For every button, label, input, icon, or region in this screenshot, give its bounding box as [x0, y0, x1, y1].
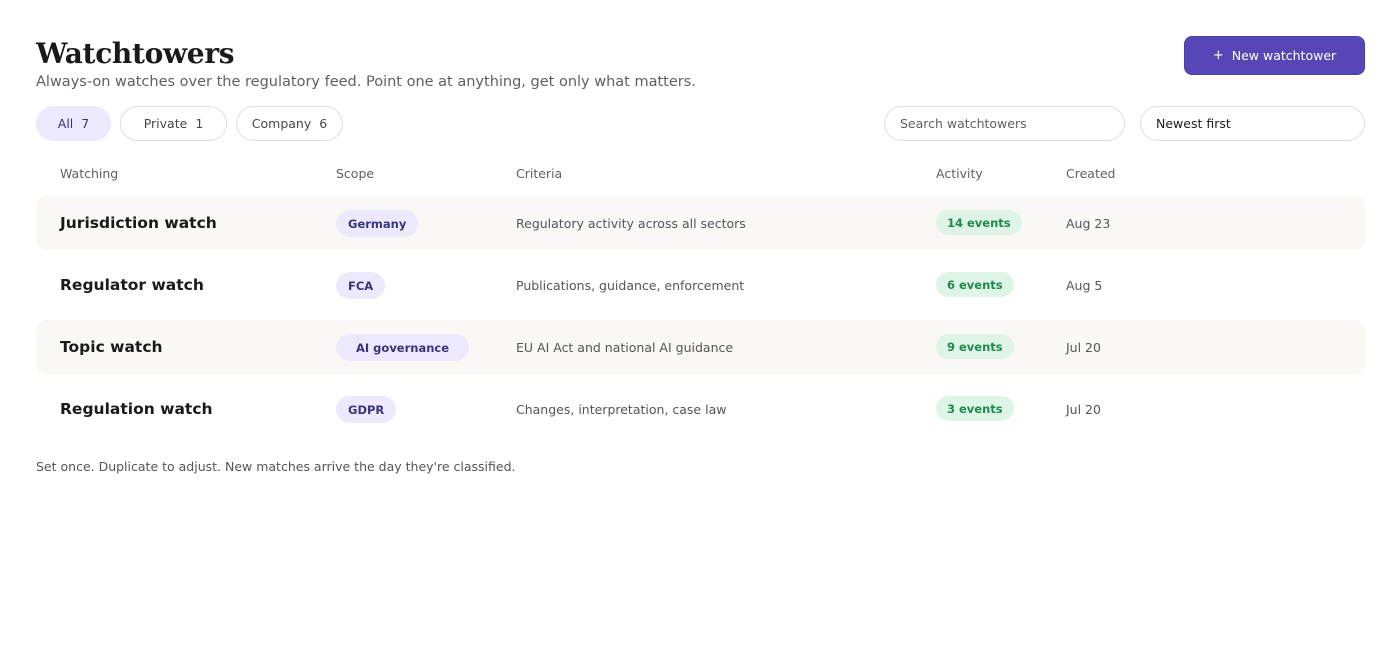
filter-chip-private[interactable]: Private 1	[120, 106, 227, 141]
table-row[interactable]: Jurisdiction watch Germany Regulatory ac…	[36, 196, 1365, 250]
activity-badge: 3 events	[936, 396, 1014, 421]
criteria-text: Regulatory activity across all sectors	[516, 215, 746, 231]
created-date: Jul 20	[1066, 401, 1101, 417]
watchtowers-page: Watchtowers Always-on watches over the r…	[0, 0, 1400, 660]
watchtower-name: Regulator watch	[60, 276, 204, 294]
watchtower-name: Regulation watch	[60, 400, 213, 418]
criteria-text: EU AI Act and national AI guidance	[516, 339, 734, 355]
filter-chip-label: All	[57, 116, 74, 131]
criteria-text: Changes, interpretation, case law	[516, 401, 727, 417]
filter-chip-count: 6	[319, 116, 328, 131]
criteria-text: Publications, guidance, enforcement	[516, 277, 745, 293]
table-row[interactable]: Regulation watch GDPR Changes, interpret…	[36, 382, 1365, 436]
scope-badge: Germany	[336, 210, 419, 237]
scope-badge: AI governance	[336, 334, 470, 361]
table-row[interactable]: Topic watch AI governance EU AI Act and …	[36, 320, 1365, 374]
column-header-created: Created	[1066, 166, 1116, 181]
activity-badge: 14 events	[936, 210, 1022, 235]
column-header-activity: Activity	[936, 166, 983, 181]
filter-chip-all[interactable]: All 7	[36, 106, 111, 141]
created-date: Jul 20	[1066, 339, 1101, 355]
new-watchtower-button[interactable]: + New watchtower	[1184, 36, 1365, 75]
scope-badge: GDPR	[336, 396, 397, 423]
plus-icon: +	[1212, 48, 1224, 63]
column-header-criteria: Criteria	[516, 166, 563, 181]
column-header-watching: Watching	[60, 166, 119, 181]
scope-badge: FCA	[336, 272, 386, 299]
filter-chip-count: 7	[81, 116, 90, 131]
column-header-scope: Scope	[336, 166, 375, 181]
sort-select[interactable]: Newest first	[1140, 106, 1365, 141]
filter-chip-count: 1	[195, 116, 204, 131]
new-watchtower-label: New watchtower	[1231, 48, 1337, 63]
activity-badge: 9 events	[936, 334, 1014, 359]
filter-chip-label: Private	[143, 116, 188, 131]
filter-chip-label: Company	[251, 116, 312, 131]
page-subtitle: Always-on watches over the regulatory fe…	[36, 74, 696, 90]
created-date: Aug 23	[1066, 215, 1111, 231]
watchtower-name: Topic watch	[60, 338, 163, 356]
watchtower-name: Jurisdiction watch	[60, 214, 217, 232]
filter-chip-company[interactable]: Company 6	[236, 106, 343, 141]
page-title: Watchtowers	[36, 37, 235, 70]
footnote: Set once. Duplicate to adjust. New match…	[36, 459, 516, 474]
search-input[interactable]	[884, 106, 1125, 141]
activity-badge: 6 events	[936, 272, 1014, 297]
created-date: Aug 5	[1066, 277, 1103, 293]
table-row[interactable]: Regulator watch FCA Publications, guidan…	[36, 258, 1365, 312]
